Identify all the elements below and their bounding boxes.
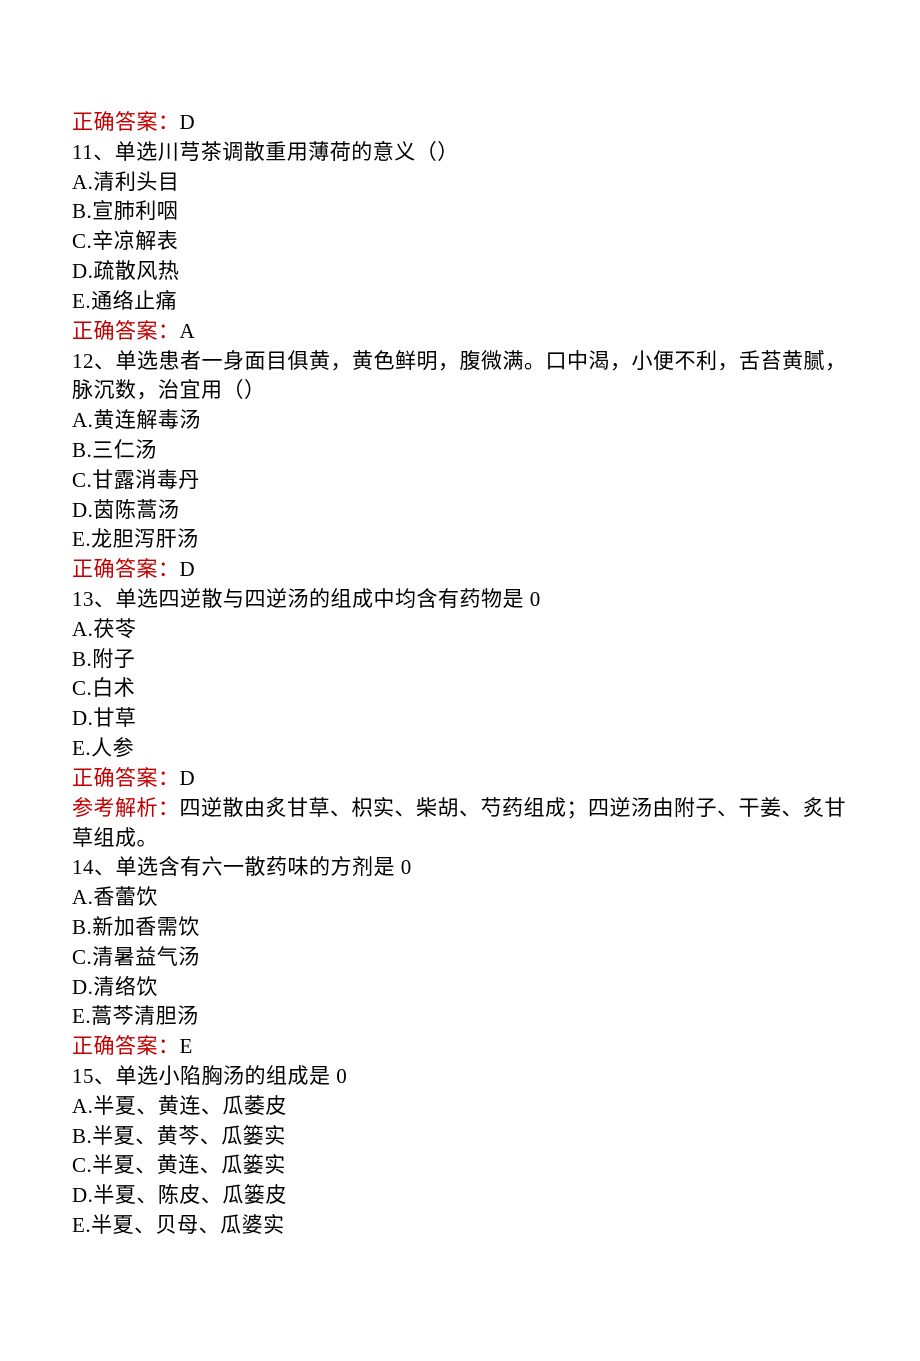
q13-option-e: E.人参 bbox=[72, 734, 848, 764]
q11-answer-line: 正确答案：A bbox=[72, 317, 848, 347]
q13-option-a: A.茯苓 bbox=[72, 615, 848, 645]
q11-head: 11、单选川芎茶调散重用薄荷的意义（） bbox=[72, 138, 848, 168]
q11-answer-value: A bbox=[180, 319, 196, 343]
q14-head: 14、单选含有六一散药味的方剂是 0 bbox=[72, 853, 848, 883]
prev-answer-line: 正确答案：D bbox=[72, 108, 848, 138]
q15-option-e: E.半夏、贝母、瓜婆实 bbox=[72, 1211, 848, 1241]
q15-option-c: C.半夏、黄连、瓜篓实 bbox=[72, 1151, 848, 1181]
q12-option-c: C.甘露消毒丹 bbox=[72, 466, 848, 496]
correct-answer-label: 正确答案： bbox=[72, 1034, 180, 1058]
q12-option-e: E.龙胆泻肝汤 bbox=[72, 525, 848, 555]
q15-option-d: D.半夏、陈皮、瓜篓皮 bbox=[72, 1181, 848, 1211]
q11-option-c: C.辛凉解表 bbox=[72, 227, 848, 257]
q15-option-b: B.半夏、黄芩、瓜篓实 bbox=[72, 1122, 848, 1152]
q13-analysis-line: 参考解析：四逆散由炙甘草、枳实、柴胡、芍药组成；四逆汤由附子、干姜、炙甘草组成。 bbox=[72, 794, 848, 854]
q14-option-c: C.清暑益气汤 bbox=[72, 943, 848, 973]
prev-answer-value: D bbox=[180, 110, 196, 134]
q12-option-d: D.茵陈蒿汤 bbox=[72, 496, 848, 526]
q15-head: 15、单选小陷胸汤的组成是 0 bbox=[72, 1062, 848, 1092]
q12-head: 12、单选患者一身面目俱黄，黄色鲜明，腹微满。口中渴，小便不利，舌苔黄腻，脉沉数… bbox=[72, 347, 848, 407]
correct-answer-label: 正确答案： bbox=[72, 557, 180, 581]
q12-answer-value: D bbox=[180, 557, 196, 581]
q12-option-a: A.黄连解毒汤 bbox=[72, 406, 848, 436]
q14-option-b: B.新加香需饮 bbox=[72, 913, 848, 943]
q14-option-a: A.香蕾饮 bbox=[72, 883, 848, 913]
analysis-label: 参考解析： bbox=[72, 796, 180, 820]
q13-option-b: B.附子 bbox=[72, 645, 848, 675]
q13-option-c: C.白术 bbox=[72, 674, 848, 704]
q14-answer-value: E bbox=[180, 1034, 193, 1058]
q12-option-b: B.三仁汤 bbox=[72, 436, 848, 466]
correct-answer-label: 正确答案： bbox=[72, 766, 180, 790]
q14-option-d: D.清络饮 bbox=[72, 973, 848, 1003]
q13-answer-line: 正确答案：D bbox=[72, 764, 848, 794]
document-page: 正确答案：D 11、单选川芎茶调散重用薄荷的意义（） A.清利头目 B.宣肺利咽… bbox=[0, 0, 920, 1361]
q14-option-e: E.蒿芩清胆汤 bbox=[72, 1002, 848, 1032]
q13-analysis-text: 四逆散由炙甘草、枳实、柴胡、芍药组成；四逆汤由附子、干姜、炙甘草组成。 bbox=[72, 796, 846, 850]
q11-option-a: A.清利头目 bbox=[72, 168, 848, 198]
q11-option-b: B.宣肺利咽 bbox=[72, 197, 848, 227]
q13-option-d: D.甘草 bbox=[72, 704, 848, 734]
q13-head: 13、单选四逆散与四逆汤的组成中均含有药物是 0 bbox=[72, 585, 848, 615]
q13-answer-value: D bbox=[180, 766, 196, 790]
q14-answer-line: 正确答案：E bbox=[72, 1032, 848, 1062]
correct-answer-label: 正确答案： bbox=[72, 319, 180, 343]
correct-answer-label: 正确答案： bbox=[72, 110, 180, 134]
q12-answer-line: 正确答案：D bbox=[72, 555, 848, 585]
q11-option-e: E.通络止痛 bbox=[72, 287, 848, 317]
q11-option-d: D.疏散风热 bbox=[72, 257, 848, 287]
q15-option-a: A.半夏、黄连、瓜萎皮 bbox=[72, 1092, 848, 1122]
